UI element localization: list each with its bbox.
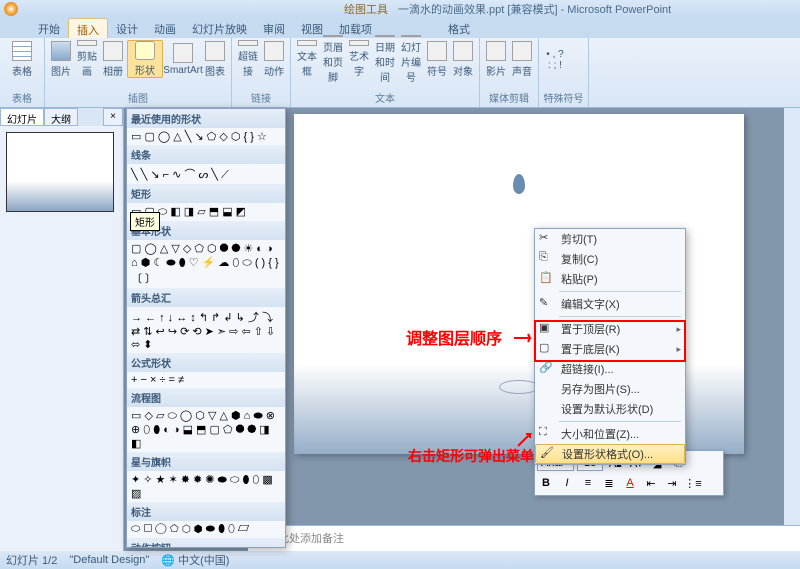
clipart-button[interactable]: 剪贴画 [75,40,99,78]
annotation-arrow-1 [514,332,536,344]
wordart-button[interactable]: 艺术字 [347,40,371,78]
object-button[interactable]: 对象 [451,40,475,78]
back-icon: ▢ [539,341,557,357]
tab-format[interactable]: 格式 [440,18,478,38]
water-drop-shape[interactable] [513,174,525,194]
size-icon: ⛶ [539,426,557,442]
title-document: 一滴水的动画效果.ppt [兼容模式] - Microsoft PowerPoi… [398,1,671,17]
ribbon-group-text: 文本框 页眉和页脚 艺术字 日期和时间 幻灯片编号 符号 对象 文本 [291,38,480,107]
ctx-format-shape[interactable]: 🖌设置形状格式(O)... [535,444,685,464]
picture-button[interactable]: 图片 [49,40,73,78]
sound-button[interactable]: 声音 [510,40,534,78]
shapes-button[interactable]: 形状 [127,40,163,78]
edit-icon: ✎ [539,296,557,312]
shapes-hdr-arrows: 箭头总汇 [127,288,285,307]
mini-fontcolor[interactable]: A [621,474,639,492]
annotation-arrow-2 [516,432,534,448]
shapes-dropdown[interactable]: 最近使用的形状 ▭ ▢ ◯ △ ╲ ↘ ⬠ ◇ ⬡ { } ☆ 线条 ╲ ╲ ↘… [126,108,286,548]
mini-align[interactable]: ≡ [579,474,597,492]
special-button[interactable]: • , ?: ; ! [543,40,567,78]
table-button[interactable]: 表格 [4,40,40,78]
shapes-hdr-lines: 线条 [127,145,285,164]
slidenum-button[interactable]: 幻灯片编号 [399,40,423,78]
mini-align2[interactable]: ≣ [600,474,618,492]
panel-close[interactable]: × [103,108,123,126]
headerfooter-button[interactable]: 页眉和页脚 [321,40,345,78]
ctx-bring-front[interactable]: ▣置于顶层(R)▸ [535,319,685,339]
ctx-cut[interactable]: ✂剪切(T) [535,229,685,249]
shapes-hdr-callout: 标注 [127,502,285,521]
link-icon: 🔗 [539,361,557,377]
ctx-default-shape[interactable]: 设置为默认形状(D) [535,399,685,419]
shapes-hdr-rect: 矩形 [127,184,285,203]
movie-button[interactable]: 影片 [484,40,508,78]
cut-icon: ✂ [539,231,557,247]
ribbon-group-illustrations: 图片 剪贴画 相册 形状 SmartArt 图表 插图 [45,38,232,107]
ctx-edit-text[interactable]: ✎编辑文字(X) [535,294,685,314]
shapes-hdr-action: 动作按钮 [127,538,285,548]
tab-design[interactable]: 设计 [108,18,146,38]
copy-icon: ⎘ [539,251,557,267]
datetime-button[interactable]: 日期和时间 [373,40,397,78]
mini-italic[interactable]: I [558,474,576,492]
shape-tooltip: 矩形 [130,212,160,231]
ctx-paste[interactable]: 📋粘贴(P) [535,269,685,289]
ctx-copy[interactable]: ⎘复制(C) [535,249,685,269]
notes-pane[interactable]: 单击此处添加备注 [248,525,800,551]
shapes-hdr-recent: 最近使用的形状 [127,109,285,128]
ribbon-group-special: • , ?: ; ! 特殊符号 [539,38,589,107]
chart-button[interactable]: 图表 [203,40,227,78]
menu-bar: 开始 插入 设计 动画 幻灯片放映 审阅 视图 加载项 格式 [0,18,800,38]
context-menu[interactable]: ✂剪切(T) ⎘复制(C) 📋粘贴(P) ✎编辑文字(X) ▣置于顶层(R)▸ … [534,228,686,465]
panel-tab-slides[interactable]: 幻灯片 [0,108,44,126]
front-icon: ▣ [539,321,557,337]
title-tool-context: 绘图工具 [344,1,388,17]
ctx-size-pos[interactable]: ⛶大小和位置(Z)... [535,424,685,444]
status-lang[interactable]: 🌐 中文(中国) [161,552,229,568]
action-button[interactable]: 动作 [262,40,286,78]
ribbon-group-media: 影片 声音 媒体剪辑 [480,38,539,107]
ribbon: 表格 表格 图片 剪贴画 相册 形状 SmartArt 图表 插图 超链接 动作… [0,38,800,108]
mini-bullets[interactable]: ⋮≡ [684,474,702,492]
office-orb-icon[interactable] [4,2,18,16]
mini-bold[interactable]: B [537,474,555,492]
tab-slideshow[interactable]: 幻灯片放映 [184,18,255,38]
vertical-scrollbar[interactable] [784,108,800,525]
status-bar: 幻灯片 1/2 "Default Design" 🌐 中文(中国) [0,551,800,569]
shapes-hdr-flow: 流程图 [127,388,285,407]
ribbon-group-links: 超链接 动作 链接 [232,38,291,107]
shapes-hdr-stars: 星与旗帜 [127,452,285,471]
album-button[interactable]: 相册 [101,40,125,78]
tab-insert[interactable]: 插入 [68,18,108,38]
panel-tab-outline[interactable]: 大纲 [44,108,78,126]
mini-indent-inc[interactable]: ⇥ [663,474,681,492]
symbol-button[interactable]: 符号 [425,40,449,78]
hyperlink-button[interactable]: 超链接 [236,40,260,78]
title-bar: 绘图工具 一滴水的动画效果.ppt [兼容模式] - Microsoft Pow… [0,0,800,18]
format-icon: 🖌 [540,446,558,462]
ribbon-group-tables: 表格 表格 [0,38,45,107]
textbox-button[interactable]: 文本框 [295,40,319,78]
ctx-hyperlink[interactable]: 🔗超链接(I)... [535,359,685,379]
shapes-row-recent: ▭ ▢ ◯ △ ╲ ↘ ⬠ ◇ ⬡ { } ☆ [127,128,285,145]
annotation-text-2: 右击矩形可弹出菜单 [408,446,534,466]
slide-thumbnail-1[interactable] [6,132,114,212]
annotation-text-1: 调整图层顺序 [406,325,502,349]
smartart-button[interactable]: SmartArt [165,40,201,78]
status-theme: "Default Design" [69,554,149,566]
tab-home[interactable]: 开始 [30,18,68,38]
slide-panel: 幻灯片 大纲 × [0,108,124,551]
shapes-hdr-formula: 公式形状 [127,353,285,372]
tab-review[interactable]: 审阅 [255,18,293,38]
selected-oval-shape[interactable] [499,380,539,394]
tab-animation[interactable]: 动画 [146,18,184,38]
status-slide: 幻灯片 1/2 [6,552,57,568]
paste-icon: 📋 [539,271,557,287]
mini-indent-dec[interactable]: ⇤ [642,474,660,492]
ctx-send-back[interactable]: ▢置于底层(K)▸ [535,339,685,359]
ctx-save-pic[interactable]: 另存为图片(S)... [535,379,685,399]
